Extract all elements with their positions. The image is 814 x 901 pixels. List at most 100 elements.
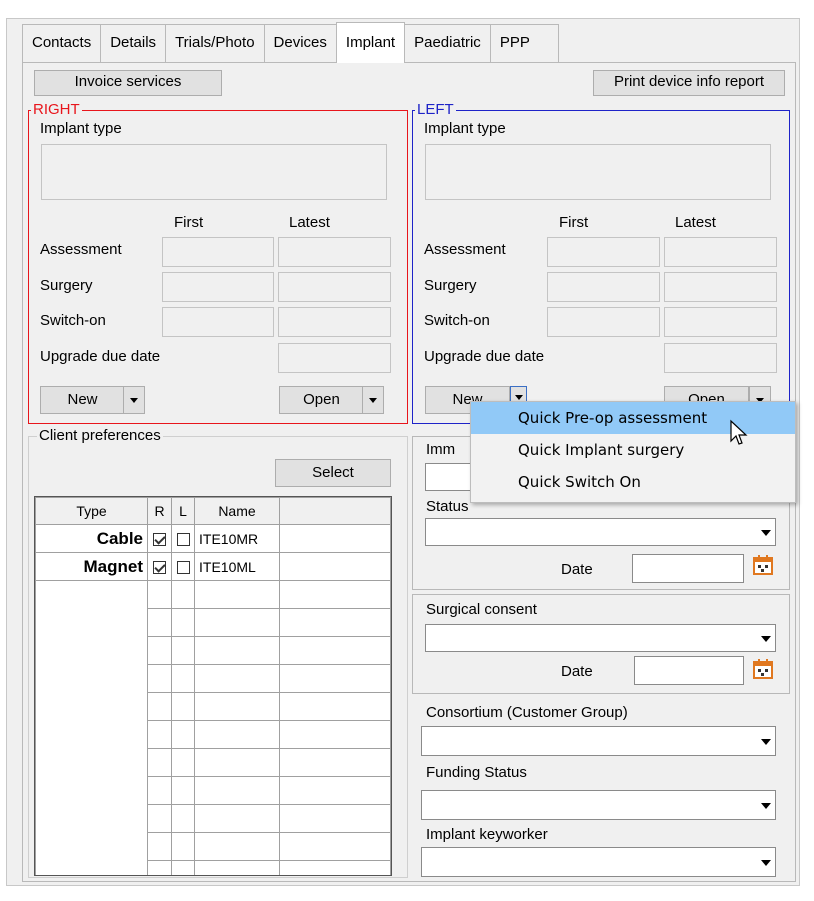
right-surgery-label: Surgery (40, 277, 93, 294)
surgical-consent-date-label: Date (561, 663, 593, 680)
row-r-checkbox (147, 860, 172, 875)
menu-item-quick-switch-on[interactable]: Quick Switch On (471, 466, 795, 498)
left-surgery-latest[interactable] (664, 272, 777, 302)
col-r-header[interactable]: R (147, 497, 172, 525)
right-new-dropdown-icon[interactable] (123, 386, 145, 414)
table-row[interactable] (35, 664, 391, 693)
row-r-checkbox (147, 692, 172, 721)
calendar-icon[interactable] (752, 658, 774, 680)
left-latest-header: Latest (675, 214, 716, 231)
tab-trials-photo[interactable]: Trials/Photo (165, 24, 265, 62)
tab-implant[interactable]: Implant (335, 22, 406, 63)
row-type (35, 860, 148, 875)
consortium-label: Consortium (Customer Group) (426, 704, 628, 721)
row-type: Magnet (35, 552, 148, 581)
row-r-checkbox[interactable] (147, 524, 172, 553)
select-button[interactable]: Select (275, 459, 391, 487)
print-device-info-button[interactable]: Print device info report (593, 70, 785, 96)
row-l-checkbox (171, 776, 195, 805)
left-surgery-first[interactable] (547, 272, 660, 302)
row-r-checkbox (147, 636, 172, 665)
right-switch-on-first[interactable] (162, 307, 274, 337)
row-r-checkbox[interactable] (147, 552, 172, 581)
row-r-checkbox (147, 748, 172, 777)
tab-ppp[interactable]: PPP (489, 24, 559, 62)
status-select[interactable] (425, 518, 776, 546)
row-l-checkbox (171, 636, 195, 665)
chevron-down-icon (761, 860, 771, 866)
row-extra (279, 664, 391, 693)
immunisation-date-field[interactable] (632, 554, 744, 583)
table-row[interactable] (35, 748, 391, 777)
left-assessment-first[interactable] (547, 237, 660, 267)
right-upgrade-field[interactable] (278, 343, 391, 373)
col-l-header[interactable]: L (171, 497, 195, 525)
table-row[interactable] (35, 608, 391, 637)
table-row[interactable] (35, 832, 391, 861)
table-row[interactable]: Magnet ITE10ML (35, 552, 391, 581)
left-upgrade-field[interactable] (664, 343, 777, 373)
funding-status-select[interactable] (421, 790, 776, 820)
table-row[interactable] (35, 692, 391, 721)
row-name (194, 832, 280, 861)
right-switch-on-latest[interactable] (278, 307, 391, 337)
row-type (35, 804, 148, 833)
row-extra (279, 552, 391, 581)
right-open-button[interactable]: Open (279, 386, 364, 414)
chevron-down-icon (761, 803, 771, 809)
table-row[interactable] (35, 776, 391, 805)
row-l-checkbox[interactable] (171, 524, 195, 553)
row-extra (279, 776, 391, 805)
tab-details[interactable]: Details (100, 24, 167, 62)
consortium-select[interactable] (421, 726, 776, 756)
tab-devices[interactable]: Devices (263, 24, 337, 62)
row-type (35, 832, 148, 861)
calendar-icon[interactable] (752, 554, 774, 576)
table-row[interactable] (35, 580, 391, 609)
right-surgery-latest[interactable] (278, 272, 391, 302)
tab-paediatric[interactable]: Paediatric (404, 24, 491, 62)
row-r-checkbox (147, 720, 172, 749)
row-l-checkbox[interactable] (171, 552, 195, 581)
table-row[interactable] (35, 720, 391, 749)
table-row[interactable] (35, 636, 391, 665)
right-assessment-label: Assessment (40, 241, 122, 258)
row-extra (279, 608, 391, 637)
row-l-checkbox (171, 580, 195, 609)
right-new-button[interactable]: New (40, 386, 125, 414)
row-l-checkbox (171, 664, 195, 693)
right-latest-header: Latest (289, 214, 330, 231)
right-assessment-first[interactable] (162, 237, 274, 267)
right-assessment-latest[interactable] (278, 237, 391, 267)
row-l-checkbox (171, 804, 195, 833)
tab-contacts[interactable]: Contacts (22, 24, 102, 62)
left-implant-type-field[interactable] (425, 144, 771, 200)
row-l-checkbox (171, 692, 195, 721)
surgical-consent-date-field[interactable] (634, 656, 744, 685)
left-switch-on-first[interactable] (547, 307, 660, 337)
chevron-down-icon (761, 530, 771, 536)
col-type-header[interactable]: Type (35, 497, 148, 525)
row-type (35, 580, 148, 609)
invoice-services-button[interactable]: Invoice services (34, 70, 222, 96)
right-surgery-first[interactable] (162, 272, 274, 302)
keyworker-select[interactable] (421, 847, 776, 877)
table-row[interactable] (35, 860, 391, 875)
funding-status-label: Funding Status (426, 764, 527, 781)
left-switch-on-latest[interactable] (664, 307, 777, 337)
surgical-consent-select[interactable] (425, 624, 776, 652)
tab-bar: Contacts Details Trials/Photo Devices Im… (22, 22, 559, 63)
row-name (194, 860, 280, 875)
left-assessment-latest[interactable] (664, 237, 777, 267)
table-row[interactable]: Cable ITE10MR (35, 524, 391, 553)
right-implant-type-field[interactable] (41, 144, 387, 200)
row-type (35, 608, 148, 637)
chevron-down-icon (761, 739, 771, 745)
right-open-dropdown-icon[interactable] (362, 386, 384, 414)
left-legend: LEFT (415, 101, 456, 119)
row-r-checkbox (147, 776, 172, 805)
row-r-checkbox (147, 804, 172, 833)
table-row[interactable] (35, 804, 391, 833)
client-preferences-table: Type R L Name Cable ITE10MR Magnet ITE10ML (34, 496, 392, 876)
col-name-header[interactable]: Name (194, 497, 280, 525)
